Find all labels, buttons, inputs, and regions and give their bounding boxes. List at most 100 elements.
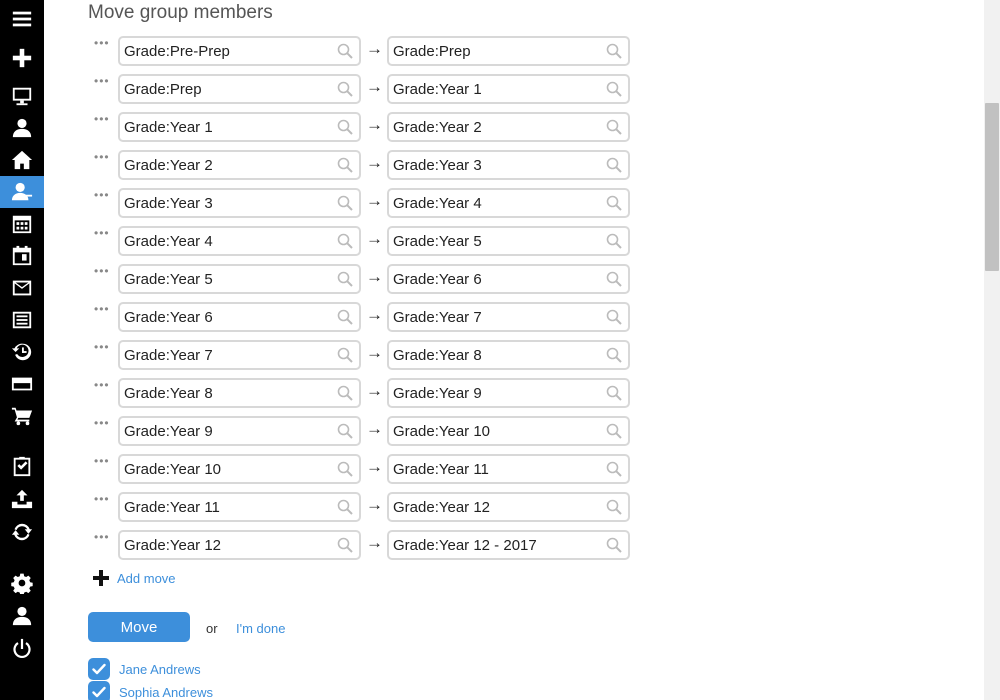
- home-icon[interactable]: [0, 144, 44, 176]
- settings-icon[interactable]: [0, 567, 44, 599]
- target-group-field[interactable]: [387, 36, 630, 66]
- scroll-thumb[interactable]: [985, 103, 999, 271]
- search-icon[interactable]: [337, 157, 353, 173]
- drag-handle-icon[interactable]: •••: [94, 530, 110, 544]
- target-group-input[interactable]: [389, 114, 589, 140]
- source-group-input[interactable]: [120, 494, 320, 520]
- drag-handle-icon[interactable]: •••: [94, 226, 110, 240]
- member-checkbox[interactable]: [88, 658, 110, 680]
- target-group-input[interactable]: [389, 152, 589, 178]
- search-icon[interactable]: [337, 309, 353, 325]
- source-group-input[interactable]: [120, 418, 320, 444]
- source-group-input[interactable]: [120, 532, 320, 558]
- groups-icon[interactable]: [0, 176, 44, 208]
- target-group-field[interactable]: [387, 74, 630, 104]
- menu-icon[interactable]: [0, 3, 44, 35]
- history-icon[interactable]: [0, 336, 44, 368]
- search-icon[interactable]: [337, 461, 353, 477]
- source-group-input[interactable]: [120, 304, 320, 330]
- drag-handle-icon[interactable]: •••: [94, 150, 110, 164]
- add-move-button[interactable]: Add move: [93, 570, 176, 586]
- search-icon[interactable]: [337, 423, 353, 439]
- drag-handle-icon[interactable]: •••: [94, 492, 110, 506]
- done-link[interactable]: I'm done: [236, 621, 285, 636]
- clipboard-check-icon[interactable]: [0, 450, 44, 482]
- target-group-field[interactable]: [387, 112, 630, 142]
- search-icon[interactable]: [337, 385, 353, 401]
- target-group-input[interactable]: [389, 380, 589, 406]
- search-icon[interactable]: [337, 43, 353, 59]
- calendar-grid-icon[interactable]: [0, 208, 44, 240]
- source-group-input[interactable]: [120, 266, 320, 292]
- source-group-input[interactable]: [120, 342, 320, 368]
- search-icon[interactable]: [337, 271, 353, 287]
- target-group-input[interactable]: [389, 494, 589, 520]
- target-group-input[interactable]: [389, 304, 589, 330]
- credit-card-icon[interactable]: [0, 368, 44, 400]
- source-group-input[interactable]: [120, 456, 320, 482]
- source-group-field[interactable]: [118, 36, 361, 66]
- search-icon[interactable]: [606, 385, 622, 401]
- search-icon[interactable]: [606, 499, 622, 515]
- search-icon[interactable]: [337, 537, 353, 553]
- member-checkbox[interactable]: [88, 681, 110, 700]
- target-group-field[interactable]: [387, 530, 630, 560]
- mail-icon[interactable]: [0, 272, 44, 304]
- source-group-input[interactable]: [120, 380, 320, 406]
- search-icon[interactable]: [606, 157, 622, 173]
- search-icon[interactable]: [606, 271, 622, 287]
- add-icon[interactable]: [0, 42, 44, 74]
- source-group-field[interactable]: [118, 530, 361, 560]
- target-group-input[interactable]: [389, 228, 589, 254]
- target-group-field[interactable]: [387, 188, 630, 218]
- target-group-field[interactable]: [387, 378, 630, 408]
- source-group-field[interactable]: [118, 492, 361, 522]
- search-icon[interactable]: [606, 461, 622, 477]
- source-group-field[interactable]: [118, 378, 361, 408]
- person-icon[interactable]: [0, 112, 44, 144]
- source-group-field[interactable]: [118, 340, 361, 370]
- target-group-input[interactable]: [389, 418, 589, 444]
- scrollbar[interactable]: [984, 0, 1000, 700]
- drag-handle-icon[interactable]: •••: [94, 378, 110, 392]
- search-icon[interactable]: [606, 537, 622, 553]
- drag-handle-icon[interactable]: •••: [94, 74, 110, 88]
- drag-handle-icon[interactable]: •••: [94, 454, 110, 468]
- search-icon[interactable]: [337, 195, 353, 211]
- search-icon[interactable]: [337, 347, 353, 363]
- search-icon[interactable]: [337, 119, 353, 135]
- source-group-input[interactable]: [120, 190, 320, 216]
- source-group-field[interactable]: [118, 226, 361, 256]
- drag-handle-icon[interactable]: •••: [94, 36, 110, 50]
- target-group-field[interactable]: [387, 226, 630, 256]
- source-group-field[interactable]: [118, 454, 361, 484]
- member-name[interactable]: Sophia Andrews: [119, 685, 213, 700]
- source-group-input[interactable]: [120, 152, 320, 178]
- drag-handle-icon[interactable]: •••: [94, 188, 110, 202]
- source-group-field[interactable]: [118, 416, 361, 446]
- drag-handle-icon[interactable]: •••: [94, 340, 110, 354]
- source-group-field[interactable]: [118, 302, 361, 332]
- target-group-input[interactable]: [389, 342, 589, 368]
- calendar-day-icon[interactable]: [0, 240, 44, 272]
- search-icon[interactable]: [606, 119, 622, 135]
- source-group-input[interactable]: [120, 76, 320, 102]
- source-group-input[interactable]: [120, 38, 320, 64]
- search-icon[interactable]: [606, 233, 622, 249]
- power-icon[interactable]: [0, 633, 44, 665]
- target-group-input[interactable]: [389, 76, 589, 102]
- search-icon[interactable]: [337, 499, 353, 515]
- target-group-field[interactable]: [387, 454, 630, 484]
- source-group-field[interactable]: [118, 264, 361, 294]
- target-group-input[interactable]: [389, 190, 589, 216]
- search-icon[interactable]: [606, 195, 622, 211]
- target-group-input[interactable]: [389, 266, 589, 292]
- sync-icon[interactable]: [0, 516, 44, 548]
- keyboard-icon[interactable]: [0, 304, 44, 336]
- search-icon[interactable]: [606, 347, 622, 363]
- target-group-input[interactable]: [389, 456, 589, 482]
- source-group-field[interactable]: [118, 188, 361, 218]
- search-icon[interactable]: [606, 423, 622, 439]
- move-button[interactable]: Move: [88, 612, 190, 642]
- search-icon[interactable]: [337, 81, 353, 97]
